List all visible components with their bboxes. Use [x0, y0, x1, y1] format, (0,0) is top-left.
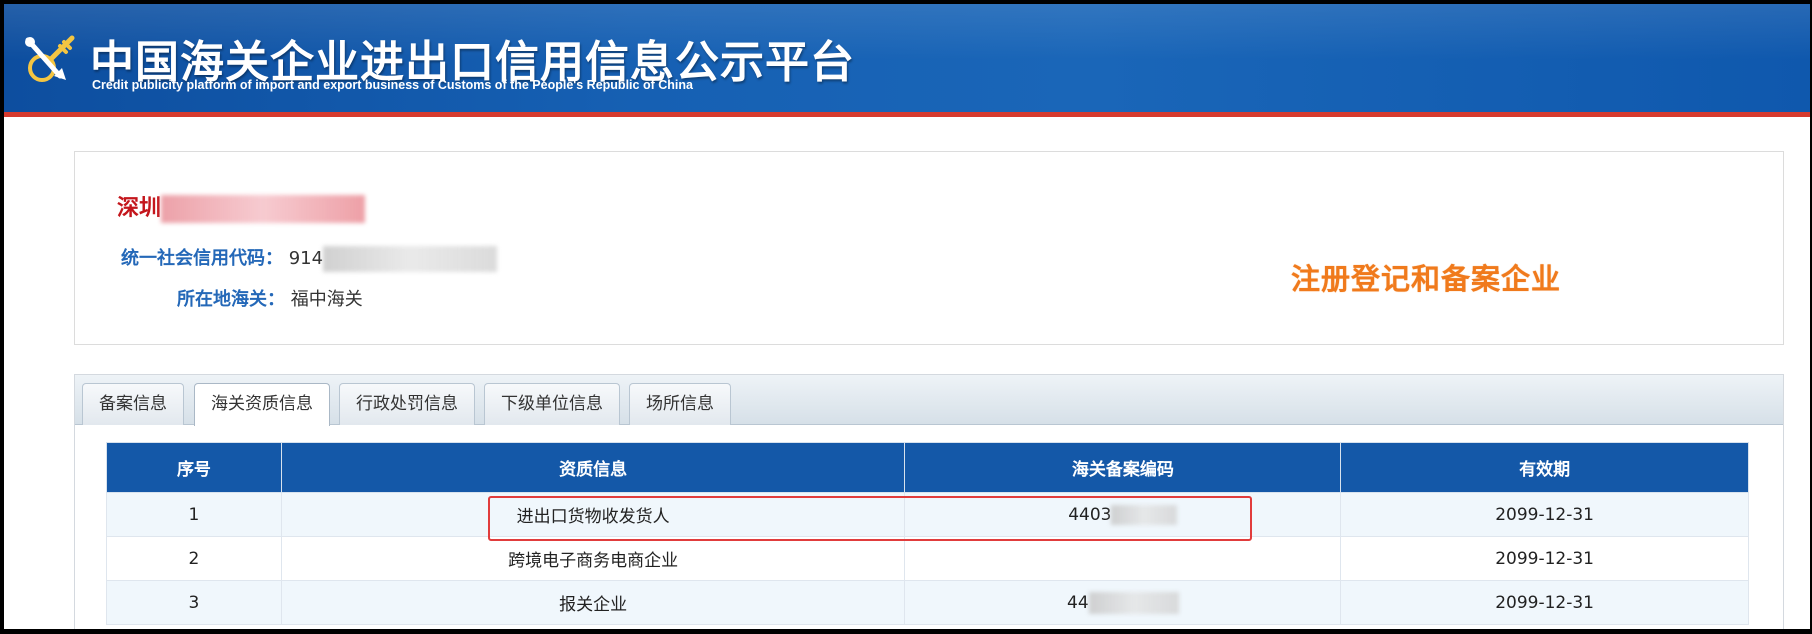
table-row: 2 跨境电子商务电商企业 2099-12-31	[106, 536, 1749, 581]
redacted-code	[1111, 504, 1178, 525]
customs-code-text: 44	[1067, 592, 1089, 613]
col-header-no: 序号	[106, 442, 282, 493]
customs-value: 福中海关	[290, 289, 363, 310]
redacted-code	[1088, 591, 1179, 614]
credit-code-value: 914	[288, 248, 324, 269]
table-row: 3 报关企业 44 2099-12-31	[106, 580, 1749, 625]
customs-label: 所在地海关：	[177, 289, 285, 310]
site-header: 中国海关企业进出口信用信息公示平台 Credit publicity platf…	[4, 4, 1810, 117]
cell-validity: 2099-12-31	[1340, 536, 1749, 581]
redacted-credit-code	[323, 246, 498, 272]
col-header-customs-code: 海关备案编码	[904, 442, 1342, 493]
tab-customs-qualification[interactable]: 海关资质信息	[194, 383, 330, 426]
cell-qualification: 报关企业	[280, 580, 906, 625]
table-row: 1 进出口货物收发货人 4403 2099-12-31	[106, 492, 1749, 537]
cell-no: 2	[106, 536, 282, 581]
cell-customs-code: 4403	[904, 492, 1342, 537]
cell-validity: 2099-12-31	[1340, 492, 1749, 537]
table-header-row: 序号 资质信息 海关备案编码 有效期	[106, 442, 1749, 493]
cell-qualification: 跨境电子商务电商企业	[280, 536, 906, 581]
browser-frame: 中国海关企业进出口信用信息公示平台 Credit publicity platf…	[0, 0, 1812, 634]
company-info-card: 深圳 统一社会信用代码： 914 所在地海关： 福中海关 注册登记和备案企业	[74, 151, 1784, 345]
tab-subordinate-units[interactable]: 下级单位信息	[484, 383, 620, 425]
qualification-table: 序号 资质信息 海关备案编码 有效期 1 进出口货物收发货人 4403 2099…	[106, 442, 1749, 625]
registration-status: 注册登记和备案企业	[1291, 262, 1562, 296]
cell-qualification: 进出口货物收发货人	[280, 492, 906, 537]
col-header-qualification: 资质信息	[280, 442, 906, 493]
col-header-validity: 有效期	[1340, 442, 1749, 493]
tab-administrative-penalty[interactable]: 行政处罚信息	[339, 383, 475, 425]
customs-code-text: 4403	[1068, 504, 1112, 525]
cell-no: 1	[106, 492, 282, 537]
cell-validity: 2099-12-31	[1340, 580, 1749, 625]
cell-customs-code: 44	[904, 580, 1342, 625]
credit-code-row: 统一社会信用代码： 914	[121, 244, 498, 272]
tab-filing-info[interactable]: 备案信息	[82, 383, 184, 425]
cell-customs-code	[904, 536, 1342, 581]
customs-emblem-icon	[25, 35, 75, 82]
tab-strip: 备案信息 海关资质信息 行政处罚信息 下级单位信息 场所信息	[75, 375, 1783, 426]
company-name-text: 深圳	[117, 196, 162, 221]
tab-premises-info[interactable]: 场所信息	[629, 383, 731, 425]
customs-row: 所在地海关： 福中海关	[177, 285, 363, 311]
cell-no: 3	[106, 580, 282, 625]
company-name: 深圳	[117, 190, 366, 223]
site-subtitle: Credit publicity platform of import and …	[92, 78, 693, 92]
redacted-name	[161, 195, 366, 223]
credit-code-label: 统一社会信用代码：	[121, 248, 283, 269]
